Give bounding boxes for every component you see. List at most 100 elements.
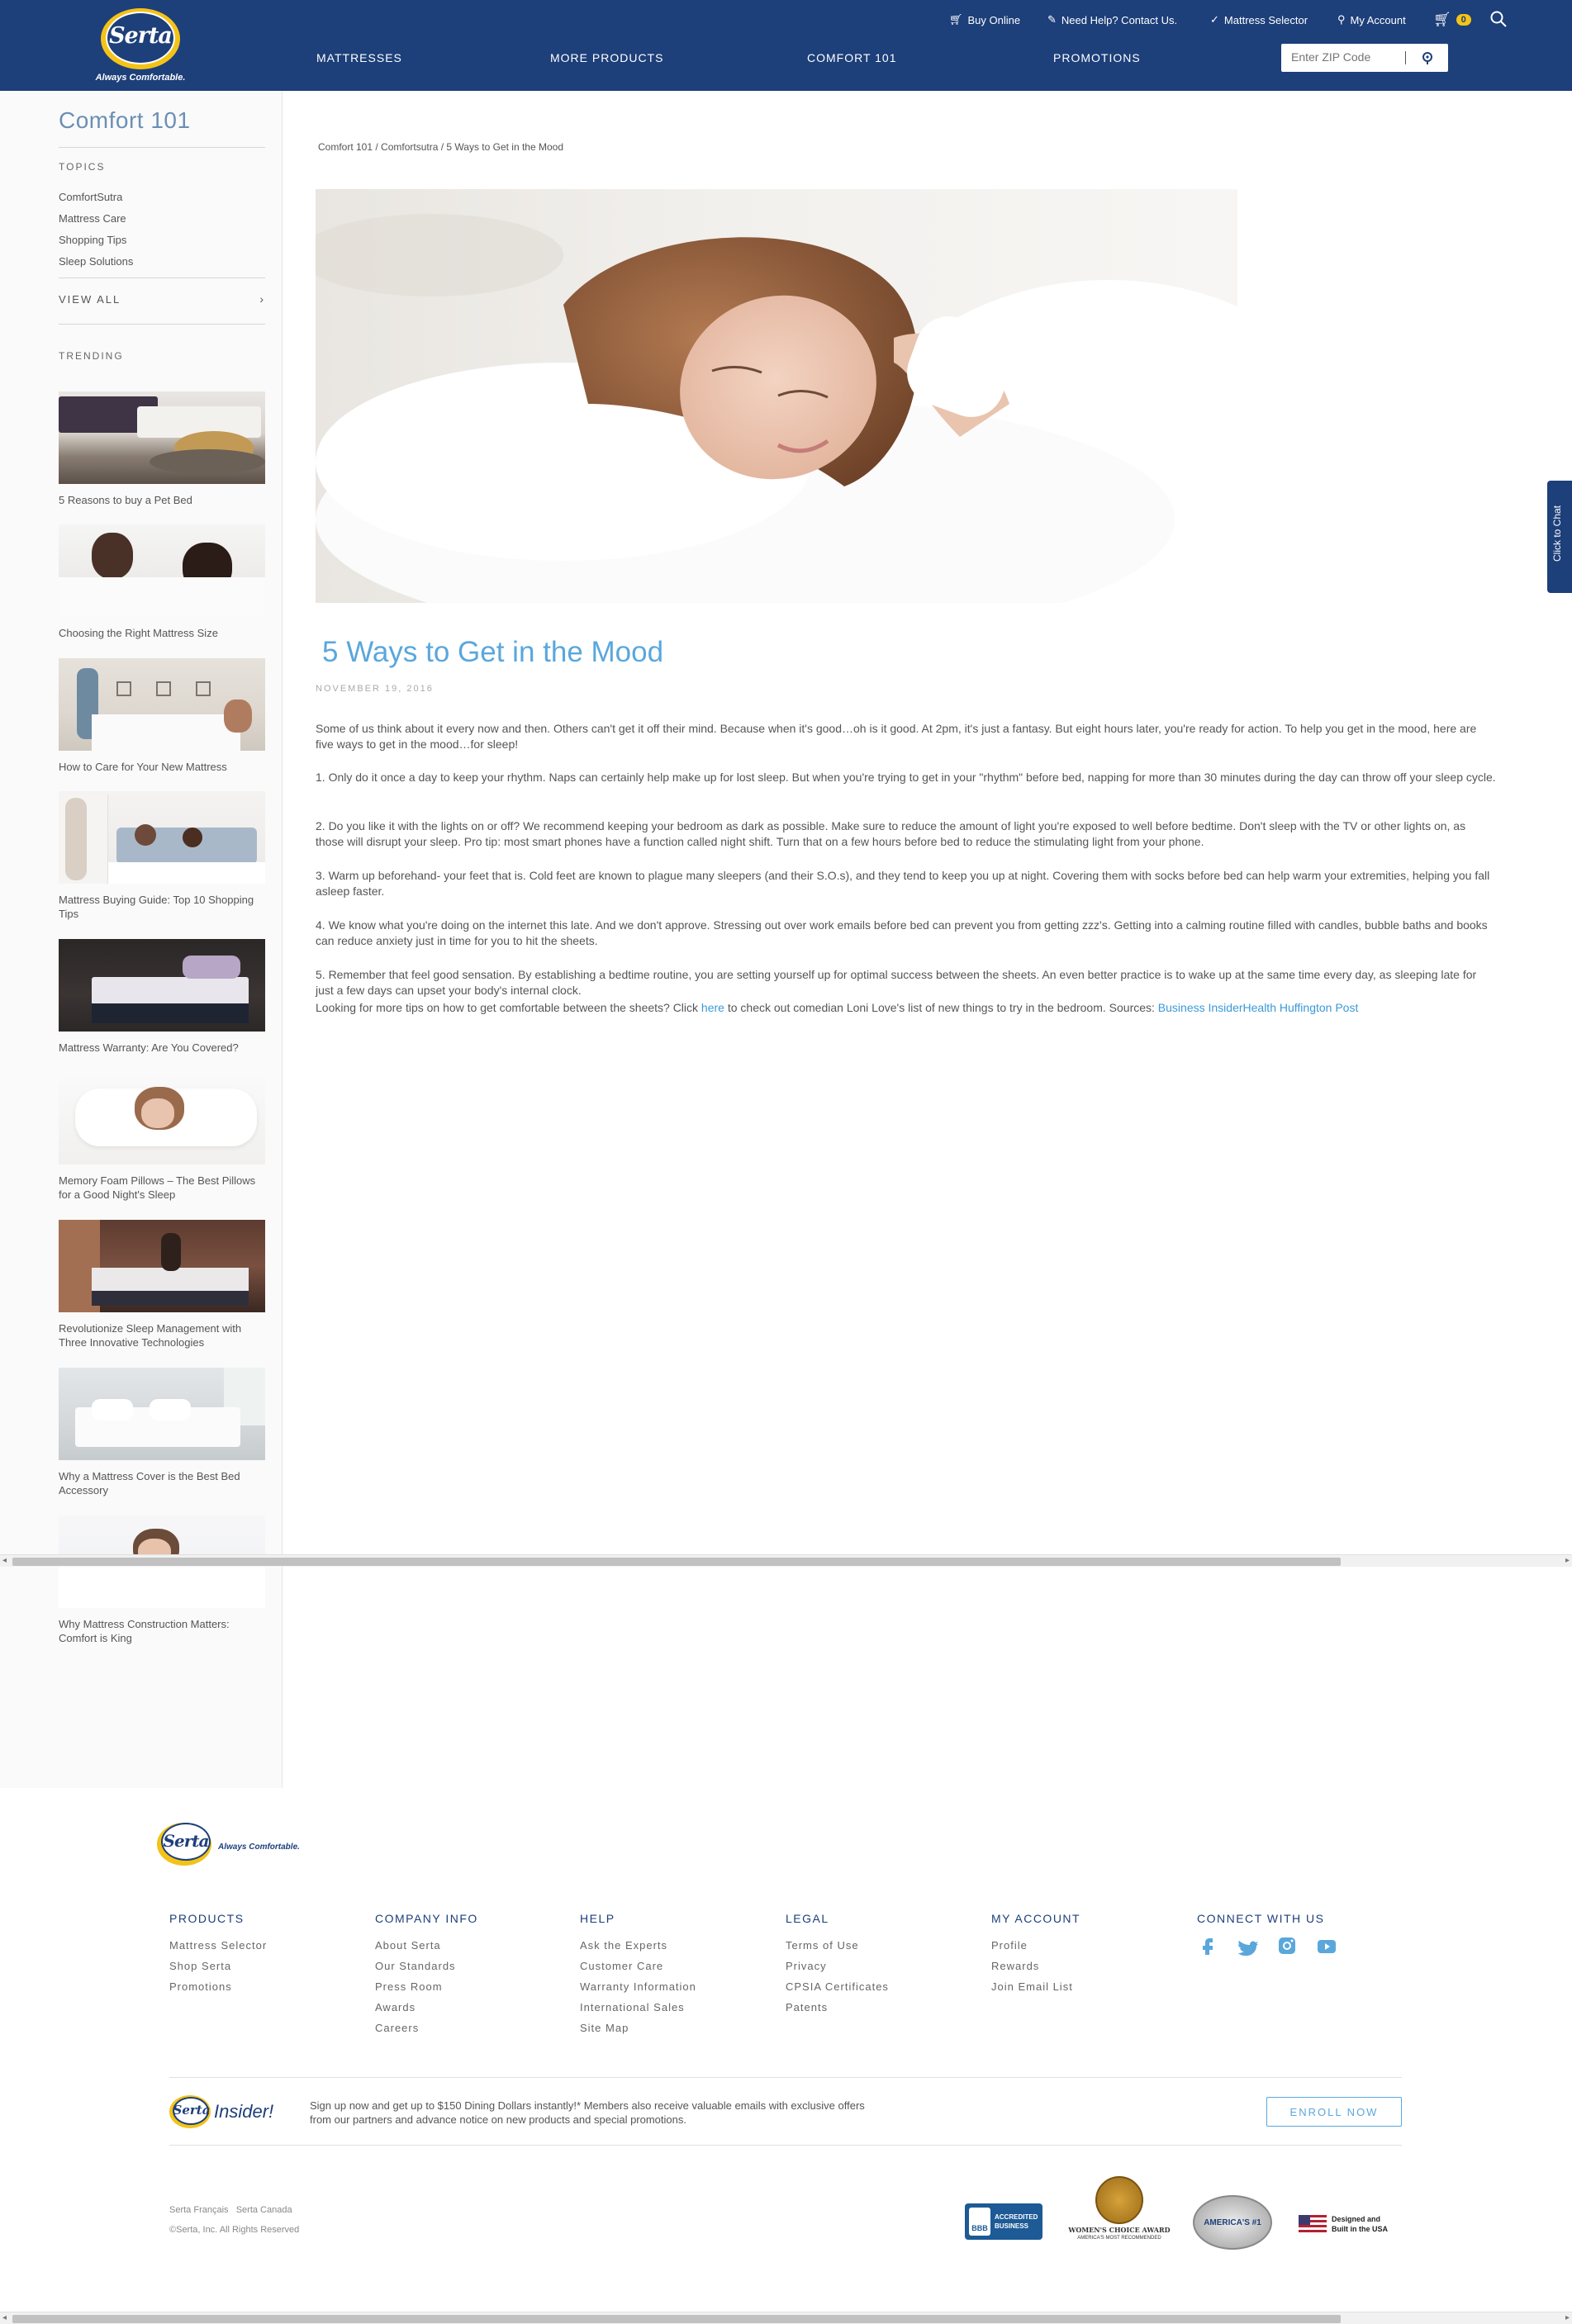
article-closing-paragraph: Looking for more tips on how to get comf… [316,1000,1497,1016]
trending-item[interactable]: 5 Reasons to buy a Pet Bed [59,391,265,507]
nav-promotions[interactable]: PROMOTIONS [1053,51,1141,64]
scroll-left-arrow-icon[interactable]: ◂ [2,2313,7,2322]
serta-francais-link[interactable]: Serta Français [169,2205,229,2215]
scroll-right-arrow-icon[interactable]: ▸ [1565,1556,1570,1565]
trending-thumbnail [59,1368,265,1460]
topic-mattress-care[interactable]: Mattress Care [59,212,126,225]
location-pin-icon[interactable] [1420,50,1435,65]
here-link[interactable]: here [701,1001,724,1014]
bbb-text: ACCREDITED BUSINESS [995,2213,1038,2231]
womens-choice-award-badge[interactable]: WOMEN'S CHOICE AWARD AMERICA'S MOST RECO… [1067,2176,1171,2272]
trending-item[interactable]: Choosing the Right Mattress Size [59,524,265,640]
site-header: Serta Always Comfortable. 🛒︎ Buy Online … [0,0,1572,91]
made-usa-line-1: Designed and [1332,2215,1381,2223]
source-huffington-post-link[interactable]: Huffington Post [1276,1001,1359,1014]
trending-caption: Why Mattress Construction Matters: Comfo… [59,1618,230,1644]
footer-link[interactable]: Customer Care [580,1956,696,1976]
logo-word: Serta [163,1831,210,1851]
trending-item[interactable]: Memory Foam Pillows – The Best Pillows f… [59,1072,265,1202]
view-all-link[interactable]: VIEW ALL › [59,292,265,306]
trending-caption: Revolutionize Sleep Management with Thre… [59,1322,242,1349]
trending-thumbnail [59,391,265,484]
enroll-now-button[interactable]: ENROLL NOW [1266,2097,1402,2127]
topic-sleep-solutions[interactable]: Sleep Solutions [59,255,133,268]
comfort-101-sidebar: Comfort 101 TOPICS ComfortSutra Mattress… [0,91,283,1788]
footer-link[interactable]: Terms of Use [786,1935,889,1956]
breadcrumb[interactable]: Comfort 101 / Comfortsutra / 5 Ways to G… [318,141,563,153]
click-to-chat-label[interactable]: Click to Chat [1551,487,1570,562]
nav-mattresses[interactable]: MATTRESSES [316,51,402,64]
zip-code-input[interactable] [1291,50,1415,64]
serta-logo[interactable]: Serta Always Comfortable. [93,7,188,83]
instagram-icon[interactable] [1276,1935,1298,1956]
trending-item[interactable]: Why a Mattress Cover is the Best Bed Acc… [59,1368,265,1497]
footer-link[interactable]: International Sales [580,1997,696,2018]
trending-item[interactable]: Mattress Warranty: Are You Covered? [59,939,265,1055]
twitter-icon[interactable] [1237,1935,1258,1956]
site-footer: Serta Always Comfortable. PRODUCTS Mattr… [0,1788,1572,2312]
trending-caption: 5 Reasons to buy a Pet Bed [59,494,192,506]
footer-link[interactable]: Press Room [375,1976,478,1997]
chevron-right-icon: › [259,292,265,306]
nav-comfort-101[interactable]: COMFORT 101 [807,51,897,64]
serta-canada-link[interactable]: Serta Canada [236,2205,292,2215]
mattress-selector-link[interactable]: ✓ Mattress Selector [1210,12,1308,28]
americas-number-one-badge[interactable]: AMERICA'S #1 [1193,2195,1272,2250]
horizontal-scrollbar[interactable]: ◂ ▸ [0,1554,1572,1567]
scroll-right-arrow-icon[interactable]: ▸ [1565,2313,1570,2322]
trending-item[interactable]: Mattress Buying Guide: Top 10 Shopping T… [59,791,265,921]
footer-link[interactable]: Patents [786,1997,889,2018]
trending-item[interactable]: Revolutionize Sleep Management with Thre… [59,1220,265,1349]
source-health-link[interactable]: Health [1243,1001,1276,1014]
footer-link[interactable]: Ask the Experts [580,1935,696,1956]
footer-link[interactable]: Shop Serta [169,1956,267,1976]
nav-more-products[interactable]: MORE PRODUCTS [550,51,663,64]
footer-link[interactable]: CPSIA Certificates [786,1976,889,1997]
cart-button[interactable]: 🛒︎ 0 [1433,12,1471,28]
footer-link[interactable]: Site Map [580,2018,696,2038]
footer-link[interactable]: Careers [375,2018,478,2038]
horizontal-scrollbar[interactable]: ◂ ▸ [0,2312,1572,2324]
footer-link[interactable]: Our Standards [375,1956,478,1976]
designed-built-usa-badge[interactable]: Designed and Built in the USA [1299,2213,1398,2236]
footer-divider [169,2077,1402,2078]
article-title: 5 Ways to Get in the Mood [322,636,664,668]
buy-online-link[interactable]: 🛒︎ Buy Online [949,12,1020,28]
need-help-link[interactable]: ✎ Need Help? Contact Us. [1047,12,1177,28]
article-paragraph: 3. Warm up beforehand- your feet that is… [316,869,1490,898]
footer-link[interactable]: Promotions [169,1976,267,1997]
scrollbar-thumb[interactable] [12,2315,1341,2323]
my-account-link[interactable]: ⚲ My Account [1337,12,1406,28]
divider [59,277,265,278]
insider-word: Insider! [214,2101,274,2122]
serta-insider-logo: Serta Insider! [169,2094,293,2128]
article-paragraph: 2. Do you like it with the lights on or … [316,819,1466,848]
trending-item[interactable]: How to Care for Your New Mattress [59,658,265,774]
insider-promo-text: Sign up now and get up to $150 Dining Do… [310,2099,865,2126]
bbb-accredited-badge[interactable]: BBB ACCREDITED BUSINESS [965,2203,1042,2240]
footer-column-legal: LEGAL Terms of Use Privacy CPSIA Certifi… [786,1912,889,2018]
scrollbar-thumb[interactable] [12,1558,1341,1566]
youtube-icon[interactable] [1316,1935,1337,1956]
search-icon[interactable] [1489,10,1508,28]
footer-link[interactable]: Join Email List [991,1976,1080,1997]
topic-comfortsutra[interactable]: ComfortSutra [59,191,122,203]
footer-serta-logo[interactable]: Serta Always Comfortable. [157,1819,300,1869]
footer-link[interactable]: Mattress Selector [169,1935,267,1956]
trending-caption: Memory Foam Pillows – The Best Pillows f… [59,1174,256,1201]
trending-thumbnail [59,791,265,884]
source-business-insider-link[interactable]: Business Insider [1158,1001,1243,1014]
footer-link[interactable]: About Serta [375,1935,478,1956]
trending-caption: Mattress Warranty: Are You Covered? [59,1041,239,1054]
scroll-left-arrow-icon[interactable]: ◂ [2,1556,7,1565]
facebook-icon[interactable] [1197,1935,1218,1956]
trending-item[interactable]: Why Mattress Construction Matters: Comfo… [59,1515,265,1645]
footer-link[interactable]: Warranty Information [580,1976,696,1997]
footer-link[interactable]: Privacy [786,1956,889,1976]
topic-shopping-tips[interactable]: Shopping Tips [59,234,126,246]
logo-tagline: Always Comfortable. [95,73,186,83]
footer-link[interactable]: Rewards [991,1956,1080,1976]
footer-link[interactable]: Profile [991,1935,1080,1956]
footer-column-heading: MY ACCOUNT [991,1912,1081,1925]
footer-link[interactable]: Awards [375,1997,478,2018]
